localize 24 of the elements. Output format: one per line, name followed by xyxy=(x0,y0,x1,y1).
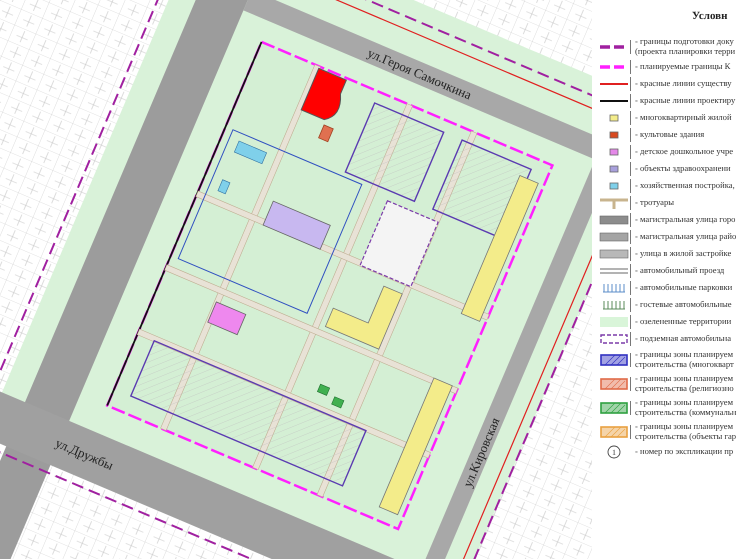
legend-text: - объекты здравоохранени xyxy=(635,164,731,174)
legend-text: - границы зоны планируем строительства (многокварт xyxy=(635,350,734,369)
legend-text: - границы подготовки доку (проекта планировки терри xyxy=(635,37,736,56)
legend-text: - подземная автомобильна xyxy=(635,334,732,344)
legend-text: - многоквартирный жилой xyxy=(635,113,732,123)
legend-text: - границы зоны планируем строительства (коммунальн xyxy=(635,398,736,417)
legend-text: - хозяйственная постройка, xyxy=(635,181,735,191)
legend-title: Условн xyxy=(691,9,728,24)
legend-text: - границы зоны планируем строительства (религиозно xyxy=(635,374,734,393)
legend-text: - номер по экспликации пр xyxy=(635,447,734,457)
legend-text: - детское дошкольное учре xyxy=(635,147,734,157)
legend-text: - границы зоны планируем строительства (объекты гар xyxy=(635,422,736,441)
legend-text: - магистральная улица райо xyxy=(635,232,736,242)
legend-text: - красные линии существу xyxy=(635,79,732,89)
legend-text: - магистральная улица горо xyxy=(635,215,736,225)
legend-text: - улица в жилой застройке xyxy=(635,249,732,259)
legend-text: - гостевые автомобильные xyxy=(635,300,732,310)
legend-text: - культовые здания xyxy=(635,130,704,140)
legend-text: - озелененные территории xyxy=(635,317,732,327)
legend-text: - красные линии проектиру xyxy=(635,96,736,106)
legend-text: - автомобильный проезд xyxy=(635,266,724,276)
legend-text: - автомобильные парковки xyxy=(635,283,732,293)
legend-text: - планируемые границы К xyxy=(635,62,730,72)
legend-text: - тротуары xyxy=(635,198,674,208)
